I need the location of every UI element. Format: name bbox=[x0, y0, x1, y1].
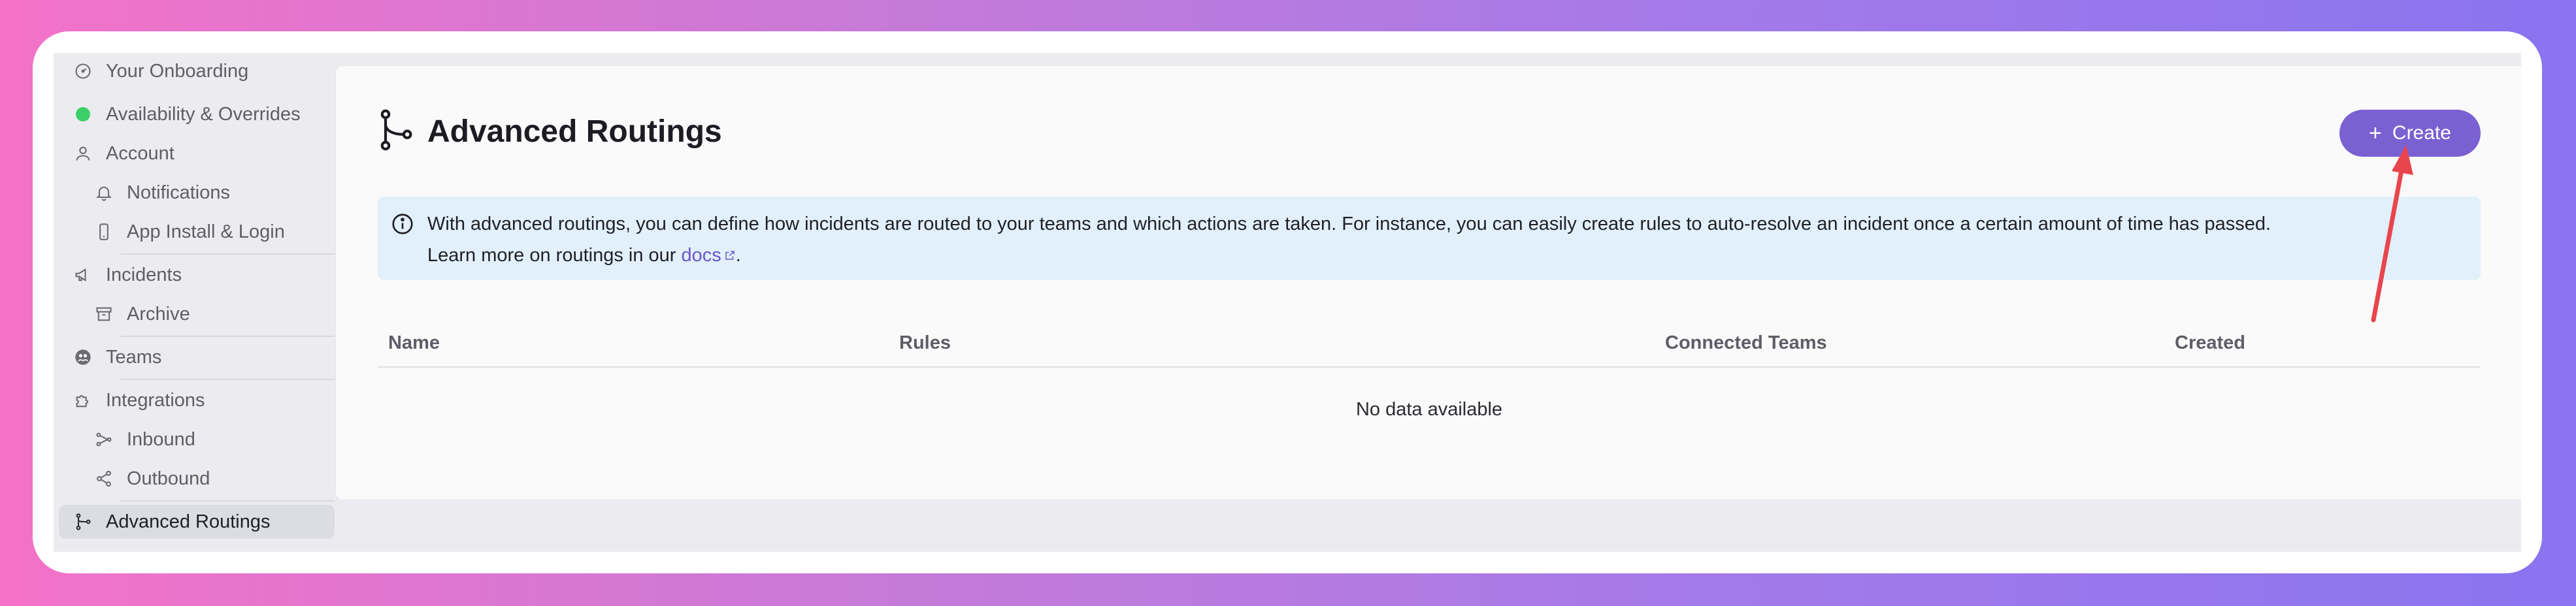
info-line-2: Learn more on routings in our docs. bbox=[427, 240, 2271, 271]
routing-icon bbox=[378, 109, 414, 154]
plus-icon: + bbox=[2369, 121, 2382, 146]
sidebar-item-label: Availability & Overrides bbox=[106, 103, 301, 125]
status-dot-icon bbox=[72, 103, 94, 125]
sidebar-item-app-install-login[interactable]: App Install & Login bbox=[59, 215, 335, 249]
main-panel: Advanced Routings + Create With advanced… bbox=[336, 66, 2521, 500]
info-icon bbox=[391, 212, 414, 280]
bell-icon bbox=[93, 182, 115, 204]
sidebar-item-label: Outbound bbox=[127, 468, 210, 489]
sidebar-item-archive[interactable]: Archive bbox=[59, 297, 335, 331]
table-header: Name Rules Connected Teams Created bbox=[378, 330, 2481, 368]
sidebar-divider bbox=[120, 336, 335, 337]
create-button-label: Create bbox=[2392, 122, 2451, 144]
sidebar: Your Onboarding Availability & Overrides… bbox=[54, 53, 336, 552]
sidebar-item-account[interactable]: Account bbox=[59, 136, 335, 170]
user-icon bbox=[72, 142, 94, 165]
sidebar-item-label: Your Onboarding bbox=[106, 60, 249, 82]
sidebar-item-incidents[interactable]: Incidents bbox=[59, 258, 335, 292]
share-icon bbox=[93, 468, 115, 490]
title-row: Advanced Routings bbox=[378, 109, 722, 154]
sidebar-item-notifications[interactable]: Notifications bbox=[59, 176, 335, 210]
sidebar-item-integrations[interactable]: Integrations bbox=[59, 383, 335, 417]
page-title: Advanced Routings bbox=[427, 114, 722, 149]
external-link-icon bbox=[721, 245, 736, 266]
docs-link-label: docs bbox=[681, 245, 721, 266]
sidebar-item-availability-overrides[interactable]: Availability & Overrides bbox=[59, 97, 335, 131]
screenshot-frame: Your Onboarding Availability & Overrides… bbox=[33, 31, 2542, 573]
megaphone-icon bbox=[72, 264, 94, 286]
sidebar-item-label: Advanced Routings bbox=[106, 511, 271, 532]
column-header-rules[interactable]: Rules bbox=[899, 332, 951, 354]
teams-icon bbox=[72, 346, 94, 368]
archive-icon bbox=[93, 303, 115, 325]
sidebar-item-label: Archive bbox=[127, 303, 190, 325]
sidebar-divider bbox=[120, 253, 335, 255]
sidebar-item-label: Integrations bbox=[106, 389, 205, 411]
sidebar-item-teams[interactable]: Teams bbox=[59, 340, 335, 374]
column-header-connected-teams[interactable]: Connected Teams bbox=[1665, 332, 1827, 354]
sidebar-item-label: Account bbox=[106, 142, 174, 164]
sidebar-item-label: Teams bbox=[106, 346, 162, 368]
sidebar-item-your-onboarding[interactable]: Your Onboarding bbox=[59, 54, 335, 88]
sidebar-item-label: App Install & Login bbox=[127, 221, 285, 242]
sidebar-divider bbox=[120, 379, 335, 380]
info-line-2-suffix: . bbox=[735, 245, 741, 266]
app-window: Your Onboarding Availability & Overrides… bbox=[54, 53, 2521, 552]
sidebar-divider bbox=[120, 500, 335, 502]
info-banner: With advanced routings, you can define h… bbox=[378, 197, 2481, 280]
inbound-icon bbox=[93, 428, 115, 451]
smartphone-icon bbox=[93, 221, 115, 243]
onboarding-gauge-icon bbox=[72, 60, 94, 82]
column-header-created[interactable]: Created bbox=[2175, 332, 2245, 354]
sidebar-item-inbound[interactable]: Inbound bbox=[59, 423, 335, 456]
sidebar-item-label: Notifications bbox=[127, 182, 230, 203]
puzzle-icon bbox=[72, 389, 94, 411]
create-button[interactable]: + Create bbox=[2339, 110, 2481, 157]
sidebar-item-outbound[interactable]: Outbound bbox=[59, 462, 335, 496]
sidebar-item-label: Incidents bbox=[106, 264, 182, 285]
routing-icon bbox=[72, 511, 94, 533]
sidebar-item-advanced-routings[interactable]: Advanced Routings bbox=[59, 505, 335, 539]
info-line-2-prefix: Learn more on routings in our bbox=[427, 245, 682, 266]
sidebar-item-label: Inbound bbox=[127, 428, 195, 450]
info-text: With advanced routings, you can define h… bbox=[427, 208, 2271, 280]
docs-link[interactable]: docs bbox=[682, 245, 736, 266]
table-empty-state: No data available bbox=[1355, 399, 1503, 420]
column-header-name[interactable]: Name bbox=[388, 332, 440, 354]
info-line-1: With advanced routings, you can define h… bbox=[427, 214, 2271, 234]
